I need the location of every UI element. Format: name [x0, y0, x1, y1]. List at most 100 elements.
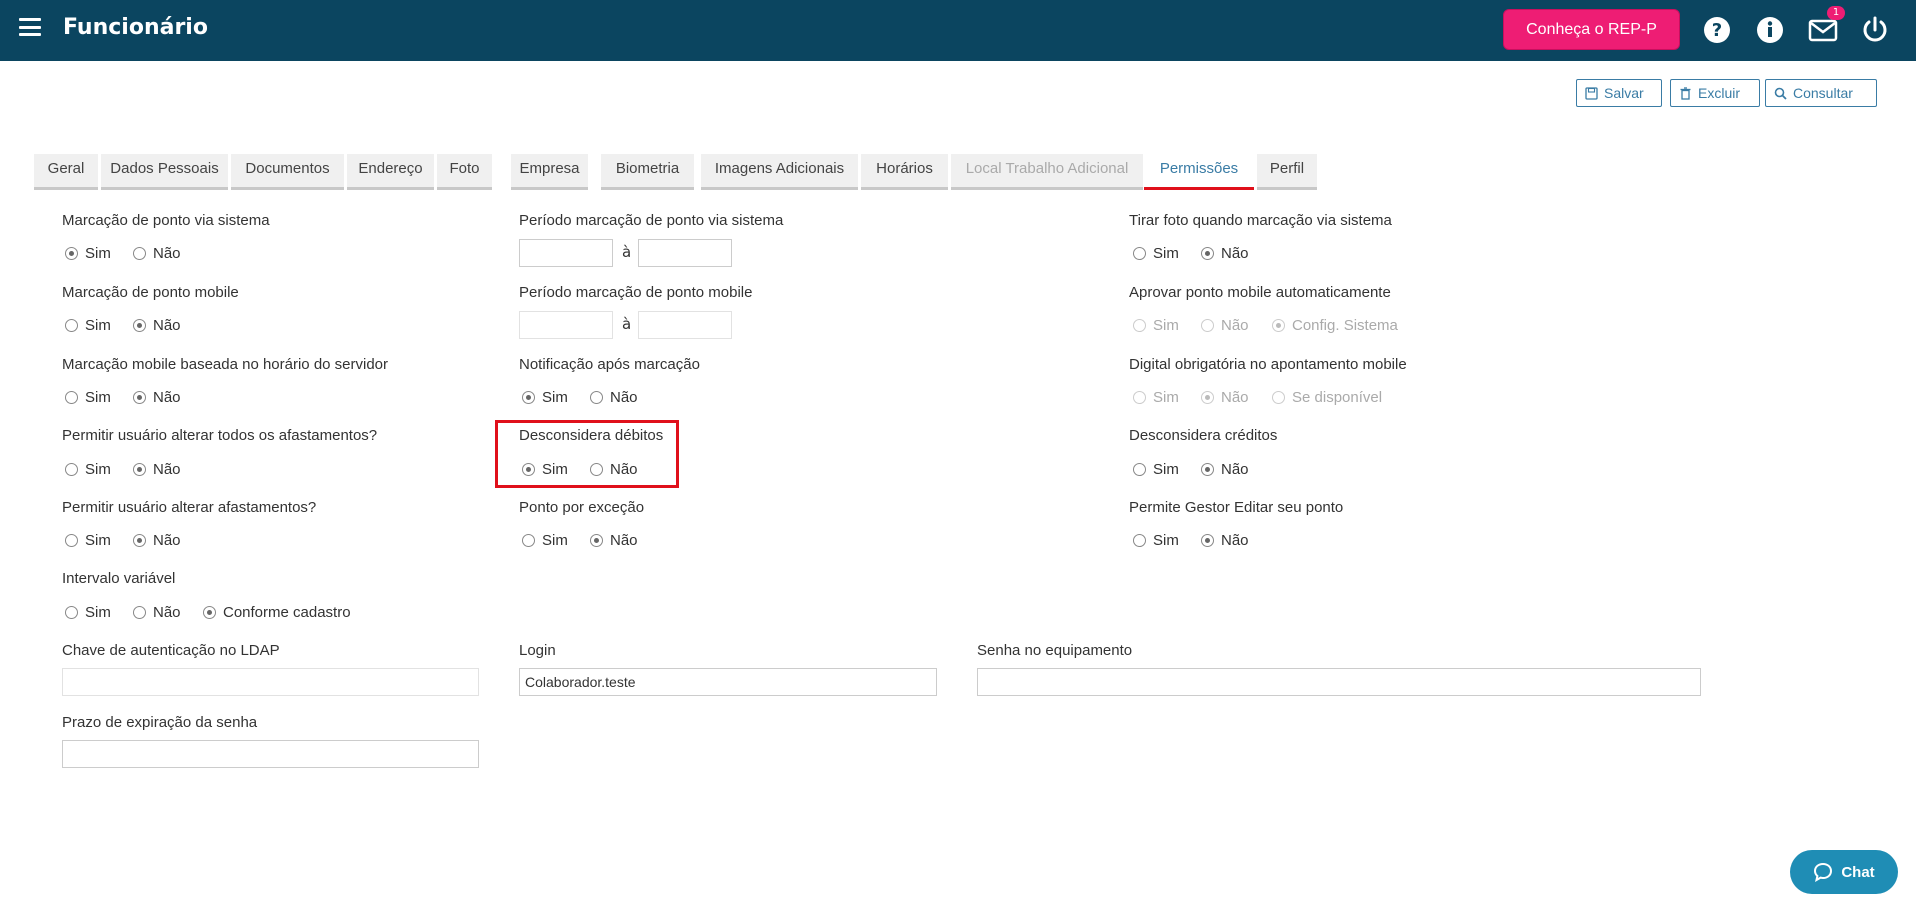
page-title: Funcionário [63, 15, 208, 40]
radio-label: Não [610, 389, 638, 406]
radio-label: Sim [1153, 461, 1179, 478]
tab-documentos[interactable]: Documentos [231, 154, 344, 190]
radio-circle [1201, 319, 1214, 332]
desconsidera-creditos-sim[interactable]: Sim [1133, 461, 1179, 478]
chat-label: Chat [1841, 863, 1875, 881]
chat-bubble-icon [1814, 862, 1833, 882]
intervalo-variavel-nao[interactable]: Não [133, 604, 181, 621]
radio-label: Se disponível [1292, 389, 1383, 406]
marcacao-sistema-nao[interactable]: Não [133, 245, 181, 262]
ponto-excecao-sim[interactable]: Sim [522, 532, 568, 549]
marcacao-mobile-sim[interactable]: Sim [65, 317, 111, 334]
alterar-afastamentos-sim[interactable]: Sim [65, 532, 111, 549]
radio-label: Sim [1153, 389, 1179, 406]
ldap-input[interactable] [62, 668, 479, 696]
notificacao-nao[interactable]: Não [590, 389, 638, 406]
prazo-senha-input[interactable] [62, 740, 479, 768]
tab-biometria[interactable]: Biometria [601, 154, 694, 190]
power-icon[interactable] [1860, 15, 1890, 45]
tab-imagens-adicionais[interactable]: Imagens Adicionais [701, 154, 858, 190]
gestor-editar-label: Permite Gestor Editar seu ponto [1129, 499, 1344, 516]
alterar-afastamentos-label: Permitir usuário alterar afastamentos? [62, 499, 317, 516]
tab-dados-pessoais[interactable]: Dados Pessoais [101, 154, 228, 190]
tab-perfil[interactable]: Perfil [1257, 154, 1317, 190]
radio-label: Não [153, 245, 181, 262]
ldap-label: Chave de autenticação no LDAP [62, 642, 280, 659]
tab-empresa[interactable]: Empresa [511, 154, 588, 190]
search-icon [1774, 87, 1787, 100]
marcacao-sistema-label: Marcação de ponto via sistema [62, 212, 270, 229]
mobile-horario-servidor-sim[interactable]: Sim [65, 389, 111, 406]
radio-circle [65, 606, 78, 619]
radio-circle [1133, 391, 1146, 404]
info-icon[interactable] [1755, 15, 1785, 45]
intervalo-variavel-sim[interactable]: Sim [65, 604, 111, 621]
periodo-sistema-to-input[interactable] [638, 239, 732, 267]
tab-permissoes[interactable]: Permissões [1144, 154, 1254, 190]
marcacao-sistema-sim[interactable]: Sim [65, 245, 111, 262]
save-button[interactable]: Salvar [1576, 79, 1662, 107]
radio-circle [1133, 463, 1146, 476]
gestor-editar-nao[interactable]: Não [1201, 532, 1249, 549]
digital-obrigatoria-nao: Não [1201, 389, 1249, 406]
radio-circle [1201, 391, 1214, 404]
search-button-label: Consultar [1793, 85, 1853, 101]
alterar-todos-afastamentos-sim[interactable]: Sim [65, 461, 111, 478]
radio-label: Não [610, 461, 638, 478]
notificacao-label: Notificação após marcação [519, 356, 700, 373]
desconsidera-creditos-label: Desconsidera créditos [1129, 427, 1278, 444]
periodo-mobile-from-input[interactable] [519, 311, 613, 339]
radio-circle [590, 463, 603, 476]
notification-badge: 1 [1827, 6, 1845, 20]
save-icon [1585, 86, 1598, 100]
periodo-sistema-label: Período marcação de ponto via sistema [519, 212, 784, 229]
radio-label: Não [1221, 389, 1249, 406]
tirar-foto-sim[interactable]: Sim [1133, 245, 1179, 262]
tab-geral[interactable]: Geral [34, 154, 98, 190]
gestor-editar-sim[interactable]: Sim [1133, 532, 1179, 549]
periodo-mobile-to-input[interactable] [638, 311, 732, 339]
radio-circle [133, 606, 146, 619]
digital-obrigatoria-sim: Sim [1133, 389, 1179, 406]
hamburger-menu-icon[interactable] [19, 18, 41, 36]
radio-circle [65, 319, 78, 332]
radio-circle [522, 391, 535, 404]
login-input[interactable] [519, 668, 937, 696]
aprovar-mobile-config-sistema: Config. Sistema [1272, 317, 1398, 334]
prazo-senha-label: Prazo de expiração da senha [62, 714, 258, 731]
radio-circle [65, 534, 78, 547]
radio-label: Não [610, 532, 638, 549]
intervalo-variavel-conforme-cadastro[interactable]: Conforme cadastro [203, 604, 351, 621]
delete-button-label: Excluir [1698, 85, 1741, 101]
rep-p-button[interactable]: Conheça o REP-P [1503, 9, 1680, 50]
alterar-todos-afastamentos-nao[interactable]: Não [133, 461, 181, 478]
help-icon[interactable]: ? [1702, 15, 1732, 45]
chat-button[interactable]: Chat [1790, 850, 1898, 894]
senha-equipamento-label: Senha no equipamento [977, 642, 1133, 659]
radio-label: Não [153, 532, 181, 549]
radio-circle [65, 247, 78, 260]
radio-label: Não [153, 317, 181, 334]
desconsidera-debitos-nao[interactable]: Não [590, 461, 638, 478]
notificacao-sim[interactable]: Sim [522, 389, 568, 406]
tab-horarios[interactable]: Horários [861, 154, 948, 190]
alterar-afastamentos-nao[interactable]: Não [133, 532, 181, 549]
desconsidera-creditos-nao[interactable]: Não [1201, 461, 1249, 478]
desconsidera-debitos-label: Desconsidera débitos [519, 427, 664, 444]
radio-label: Não [153, 604, 181, 621]
marcacao-mobile-nao[interactable]: Não [133, 317, 181, 334]
radio-circle [1201, 534, 1214, 547]
mobile-horario-servidor-nao[interactable]: Não [133, 389, 181, 406]
tirar-foto-nao[interactable]: Não [1201, 245, 1249, 262]
periodo-sistema-from-input[interactable] [519, 239, 613, 267]
aprovar-mobile-sim: Sim [1133, 317, 1179, 334]
senha-equipamento-input[interactable] [977, 668, 1701, 696]
ponto-excecao-nao[interactable]: Não [590, 532, 638, 549]
save-button-label: Salvar [1604, 85, 1644, 101]
desconsidera-debitos-sim[interactable]: Sim [522, 461, 568, 478]
radio-label: Conforme cadastro [223, 604, 351, 621]
search-button[interactable]: Consultar [1765, 79, 1877, 107]
tab-endereco[interactable]: Endereço [347, 154, 434, 190]
tab-foto[interactable]: Foto [437, 154, 492, 190]
delete-button[interactable]: Excluir [1670, 79, 1760, 107]
